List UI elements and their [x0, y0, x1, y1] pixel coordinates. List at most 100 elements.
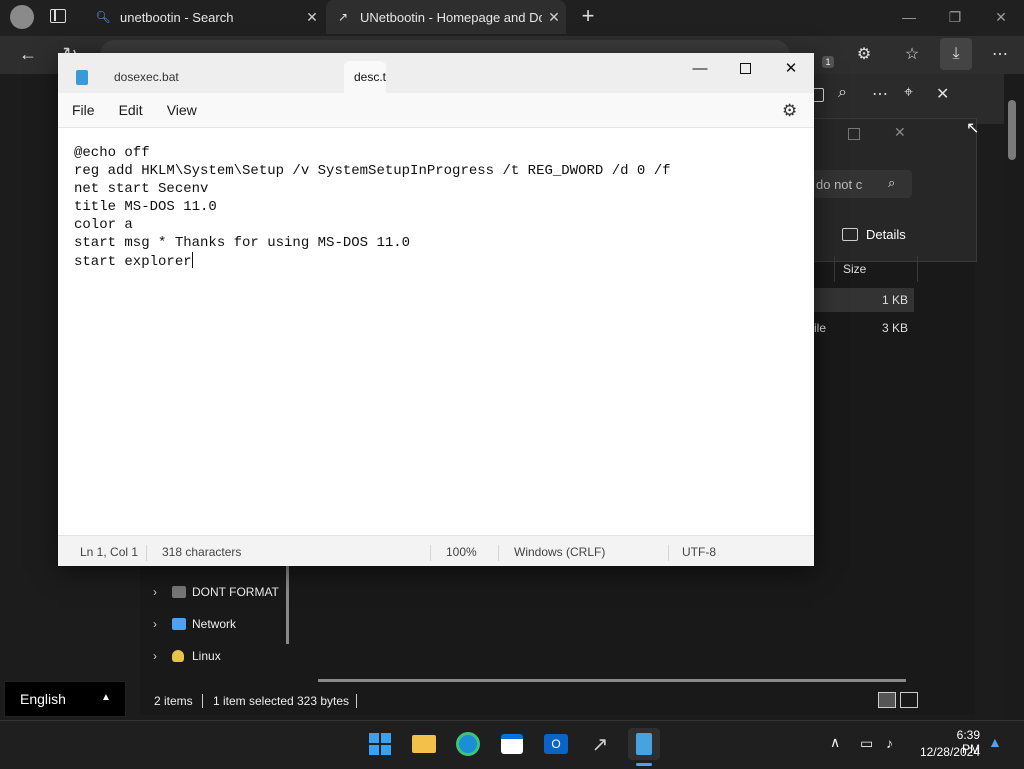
- file-row[interactable]: ile 3 KB: [814, 316, 914, 340]
- clock-date[interactable]: 12/28/2024: [916, 745, 980, 759]
- network-tray-icon[interactable]: ▭: [860, 735, 873, 752]
- file-explorer-icon[interactable]: [408, 728, 440, 760]
- notepad-taskbar-icon[interactable]: [628, 728, 660, 760]
- editor-line: reg add HKLM\System\Setup /v SystemSetup…: [74, 163, 671, 179]
- panel-close-icon[interactable]: ✕: [894, 124, 906, 141]
- search-placeholder: do not c: [816, 177, 863, 192]
- status-divider: [146, 545, 147, 561]
- editor-line: net start Secenv: [74, 181, 209, 197]
- notepad-minimize-button[interactable]: —: [677, 53, 723, 83]
- volume-tray-icon[interactable]: ♪: [886, 735, 893, 751]
- notepad-tab-desc[interactable]: desc.t: [344, 61, 386, 93]
- edge-browser-icon[interactable]: [452, 728, 484, 760]
- page-scrollbar-thumb[interactable]: [1008, 100, 1016, 160]
- size-header-label: Size: [843, 262, 867, 276]
- horizontal-scrollbar[interactable]: [318, 679, 906, 682]
- chevron-right-icon: ›: [153, 585, 157, 599]
- extensions-icon[interactable]: ⚙: [848, 38, 880, 70]
- downloads-icon[interactable]: ⤓: [940, 38, 972, 70]
- back-button[interactable]: ←: [12, 38, 44, 70]
- language-popup[interactable]: English ▲: [4, 681, 126, 717]
- notepad-window: dosexec.bat desc.t — ✕ File Edit View ⚙ …: [58, 53, 814, 566]
- status-divider: [668, 545, 669, 561]
- tree-item-network[interactable]: › Network: [146, 612, 286, 636]
- notepad-close-button[interactable]: ✕: [768, 53, 814, 83]
- outlook-icon[interactable]: O: [540, 728, 572, 760]
- panel-maximize-icon[interactable]: [848, 128, 860, 140]
- mouse-cursor: ↖: [966, 120, 980, 137]
- browser-restore-button[interactable]: ❐: [932, 0, 978, 34]
- status-encoding: UTF-8: [682, 545, 716, 559]
- file-row[interactable]: 1 KB: [814, 288, 914, 312]
- browser-minimize-button[interactable]: —: [886, 0, 932, 34]
- menu-file[interactable]: File: [60, 102, 107, 118]
- status-zoom[interactable]: 100%: [446, 545, 477, 559]
- search-downloads-icon[interactable]: ⌕: [838, 84, 847, 102]
- start-button-icon[interactable]: [364, 728, 396, 760]
- store-icon[interactable]: [496, 728, 528, 760]
- close-flyout-icon[interactable]: ✕: [936, 84, 949, 104]
- notepad-app-icon: [76, 70, 88, 85]
- menu-edit[interactable]: Edit: [107, 102, 155, 118]
- show-hidden-icons-icon[interactable]: ∧: [830, 734, 840, 751]
- status-items: 2 items: [154, 694, 193, 708]
- tiles-view-icon[interactable]: [900, 692, 918, 708]
- column-header-size[interactable]: Size: [834, 256, 918, 282]
- active-app-indicator: [636, 763, 652, 766]
- text-caret: [191, 252, 193, 268]
- tab-label: desc.t: [354, 70, 387, 84]
- notepad-tab-dosexec[interactable]: dosexec.bat: [98, 61, 338, 93]
- maximize-icon: [739, 62, 751, 74]
- chevron-right-icon: ›: [153, 649, 157, 663]
- unetbootin-icon[interactable]: ↗: [584, 728, 616, 760]
- tree-item-dont-format[interactable]: › DONT FORMAT: [146, 580, 286, 604]
- tree-item-label: DONT FORMAT: [192, 585, 279, 599]
- page-scrollbar[interactable]: [1004, 74, 1024, 724]
- new-tab-button[interactable]: +: [576, 4, 600, 30]
- close-tab-icon[interactable]: ✕: [542, 9, 566, 26]
- tree-item-linux[interactable]: › Linux: [146, 644, 286, 668]
- editor-line-last: start explorer: [74, 252, 193, 271]
- file-size: 1 KB: [881, 293, 908, 307]
- rocket-icon: ↗: [337, 10, 349, 24]
- tab-actions-icon[interactable]: [50, 9, 66, 23]
- status-position: Ln 1, Col 1: [80, 545, 139, 559]
- network-icon: [172, 618, 186, 630]
- pin-icon[interactable]: ⌖: [904, 84, 913, 102]
- downloads-search-box[interactable]: do not c ⌕: [812, 170, 912, 198]
- tab-unetbootin-homepage[interactable]: ↗ UNetbootin - Homepage and Do ✕: [326, 0, 566, 34]
- details-view-icon[interactable]: [878, 692, 896, 708]
- caret-up-icon: ▲: [101, 692, 111, 703]
- status-divider: [202, 694, 203, 708]
- status-divider: [498, 545, 499, 561]
- tab-unetbootin-search[interactable]: 🔍︎ unetbootin - Search ✕: [86, 0, 324, 34]
- notepad-statusbar: Ln 1, Col 1 318 characters 100% Windows …: [58, 535, 814, 566]
- details-label: Details: [866, 226, 906, 242]
- status-divider: [356, 694, 357, 708]
- profile-avatar[interactable]: [10, 5, 34, 29]
- details-button[interactable]: Details: [842, 224, 906, 244]
- status-selected: 1 item selected: [213, 694, 294, 708]
- explorer-statusbar: 2 items 1 item selected 323 bytes: [146, 690, 966, 712]
- notepad-menubar: File Edit View: [58, 93, 814, 127]
- editor-line-text: start explorer: [74, 254, 192, 270]
- details-pane-icon: [842, 227, 858, 241]
- more-menu-icon[interactable]: ⋯: [984, 38, 1016, 70]
- settings-icon[interactable]: ⚙: [782, 101, 797, 121]
- notepad-maximize-button[interactable]: [722, 53, 768, 83]
- close-tab-icon[interactable]: ✕: [300, 9, 324, 26]
- menu-view[interactable]: View: [155, 102, 209, 118]
- notification-bell-icon[interactable]: ▲: [988, 734, 1002, 750]
- language-label: English: [20, 691, 66, 707]
- text-editor[interactable]: @echo off reg add HKLM\System\Setup /v S…: [58, 127, 814, 536]
- editor-line: start msg * Thanks for using MS-DOS 11.0: [74, 235, 411, 251]
- browser-close-button[interactable]: ✕: [978, 0, 1024, 34]
- chevron-right-icon: ›: [153, 617, 157, 631]
- file-type: ile: [814, 321, 827, 335]
- favorites-icon[interactable]: ☆: [896, 38, 928, 70]
- tree-scrollbar[interactable]: [286, 566, 289, 644]
- editor-line: title MS-DOS 11.0: [74, 199, 217, 215]
- editor-line: @echo off: [74, 145, 150, 161]
- status-divider: [430, 545, 431, 561]
- more-options-icon[interactable]: ⋯: [872, 84, 888, 104]
